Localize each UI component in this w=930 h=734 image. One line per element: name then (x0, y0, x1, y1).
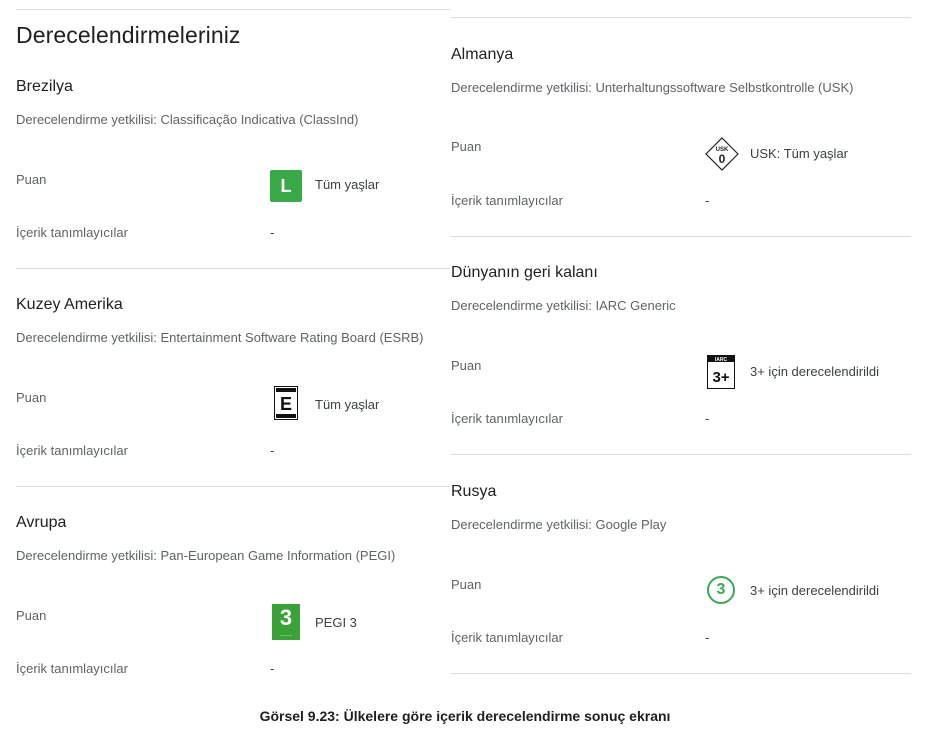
rating-section-rest-of-world: Dünyanın geri kalanı Derecelendirme yetk… (451, 264, 911, 456)
section-title: Brezilya (16, 78, 73, 95)
top-divider-right (451, 17, 911, 18)
rating-section-north-america: Kuzey Amerika Derecelendirme yetkilisi: … (16, 296, 450, 488)
rating-label: Puan (16, 608, 47, 623)
rating-label: Puan (451, 139, 482, 154)
pegi-3-icon: 3 ——— (272, 604, 300, 640)
section-divider (451, 454, 911, 455)
descriptors-value: - (270, 443, 275, 458)
descriptors-value: - (705, 193, 710, 208)
descriptors-value: - (270, 225, 275, 240)
descriptors-value: - (270, 661, 275, 676)
rating-value: 3+ için derecelendirildi (750, 364, 879, 379)
rating-authority: Derecelendirme yetkilisi: IARC Generic (451, 298, 676, 313)
rating-value: Tüm yaşlar (315, 397, 380, 412)
descriptors-label: İçerik tanımlayıcılar (451, 193, 563, 208)
descriptors-label: İçerik tanımlayıcılar (451, 411, 563, 426)
esrb-e-icon: E (274, 386, 298, 420)
section-title: Dünyanın geri kalanı (451, 264, 598, 281)
rating-label: Puan (451, 358, 482, 373)
svg-text:IARC: IARC (715, 357, 728, 363)
top-divider-left (16, 9, 450, 10)
rating-label: Puan (16, 172, 47, 187)
descriptors-label: İçerik tanımlayıcılar (16, 661, 128, 676)
classind-l-icon: L (270, 170, 302, 202)
section-divider (451, 236, 911, 237)
rating-authority: Derecelendirme yetkilisi: Google Play (451, 517, 667, 532)
descriptors-label: İçerik tanımlayıcılar (16, 225, 128, 240)
rating-label: Puan (451, 577, 482, 592)
section-divider (451, 673, 911, 674)
page-title: Derecelendirmeleriniz (16, 22, 241, 48)
section-title: Almanya (451, 46, 514, 63)
section-divider (16, 486, 450, 487)
section-divider (16, 268, 450, 269)
descriptors-value: - (705, 411, 710, 426)
rating-value: PEGI 3 (315, 615, 357, 630)
figure-caption: Görsel 9.23: Ülkelere göre içerik derece… (259, 708, 671, 724)
rating-value: 3+ için derecelendirildi (750, 583, 879, 598)
rating-section-germany: Almanya Derecelendirme yetkilisi: Unterh… (451, 46, 911, 238)
rating-authority: Derecelendirme yetkilisi: Pan-European G… (16, 548, 396, 563)
iarc-3-icon: IARC 3+ (707, 355, 735, 389)
google-play-3-icon: 3 (707, 576, 735, 604)
section-title: Rusya (451, 483, 497, 500)
rating-section-russia: Rusya Derecelendirme yetkilisi: Google P… (451, 483, 911, 675)
svg-text:3+: 3+ (712, 369, 729, 386)
rating-section-europe: Avrupa Derecelendirme yetkilisi: Pan-Eur… (16, 514, 450, 684)
usk-0-icon: USK 0 (705, 137, 739, 171)
rating-authority: Derecelendirme yetkilisi: Unterhaltungss… (451, 80, 854, 95)
descriptors-value: - (705, 630, 710, 645)
section-title: Kuzey Amerika (16, 296, 123, 313)
svg-text:0: 0 (719, 152, 726, 166)
descriptors-label: İçerik tanımlayıcılar (16, 443, 128, 458)
rating-label: Puan (16, 390, 47, 405)
descriptors-label: İçerik tanımlayıcılar (451, 630, 563, 645)
svg-text:E: E (280, 394, 292, 414)
rating-section-brazil: Brezilya Derecelendirme yetkilisi: Class… (16, 78, 450, 270)
section-title: Avrupa (16, 514, 67, 531)
rating-value: Tüm yaşlar (315, 177, 380, 192)
rating-value: USK: Tüm yaşlar (750, 146, 849, 161)
rating-authority: Derecelendirme yetkilisi: Entertainment … (16, 330, 424, 345)
rating-authority: Derecelendirme yetkilisi: Classificação … (16, 112, 359, 127)
